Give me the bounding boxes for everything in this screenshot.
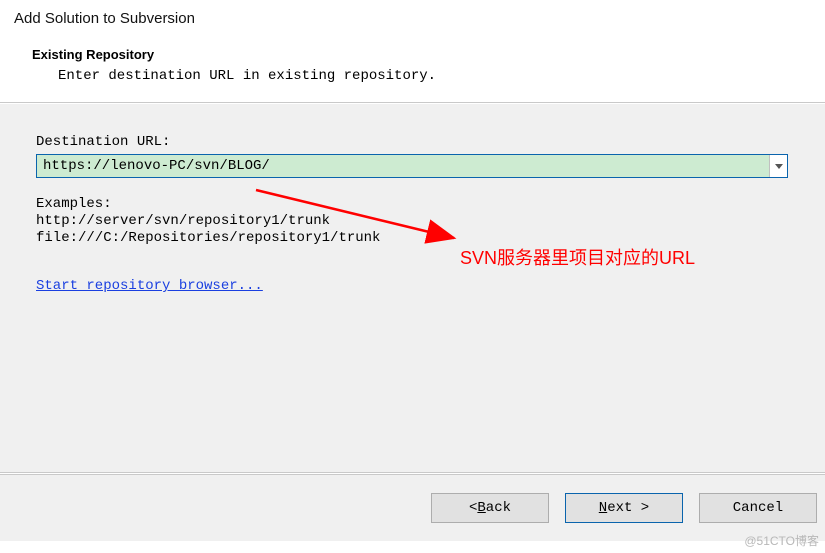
example-line-2: file:///C:/Repositories/repository1/trun…: [36, 230, 789, 247]
destination-url-label: Destination URL:: [36, 134, 789, 150]
section-description: Enter destination URL in existing reposi…: [58, 68, 811, 84]
destination-url-combo[interactable]: [36, 154, 788, 178]
dialog-footer: < Back Next > Cancel: [0, 474, 825, 541]
cancel-button[interactable]: Cancel: [699, 493, 817, 523]
destination-url-dropdown-button[interactable]: [769, 155, 787, 177]
start-repository-browser-link[interactable]: Start repository browser...: [36, 278, 263, 294]
dialog-header: Add Solution to Subversion Existing Repo…: [0, 0, 825, 102]
examples-block: Examples: http://server/svn/repository1/…: [36, 196, 789, 246]
section-heading: Existing Repository: [32, 47, 811, 62]
window-title: Add Solution to Subversion: [14, 10, 811, 27]
back-button[interactable]: < Back: [431, 493, 549, 523]
destination-url-input[interactable]: [37, 155, 769, 177]
example-line-1: http://server/svn/repository1/trunk: [36, 213, 789, 230]
next-button[interactable]: Next >: [565, 493, 683, 523]
content-panel: Destination URL: Examples: http://server…: [0, 104, 825, 472]
chevron-down-icon: [775, 164, 783, 169]
watermark: @51CTO博客: [744, 532, 819, 549]
examples-label: Examples:: [36, 196, 789, 213]
